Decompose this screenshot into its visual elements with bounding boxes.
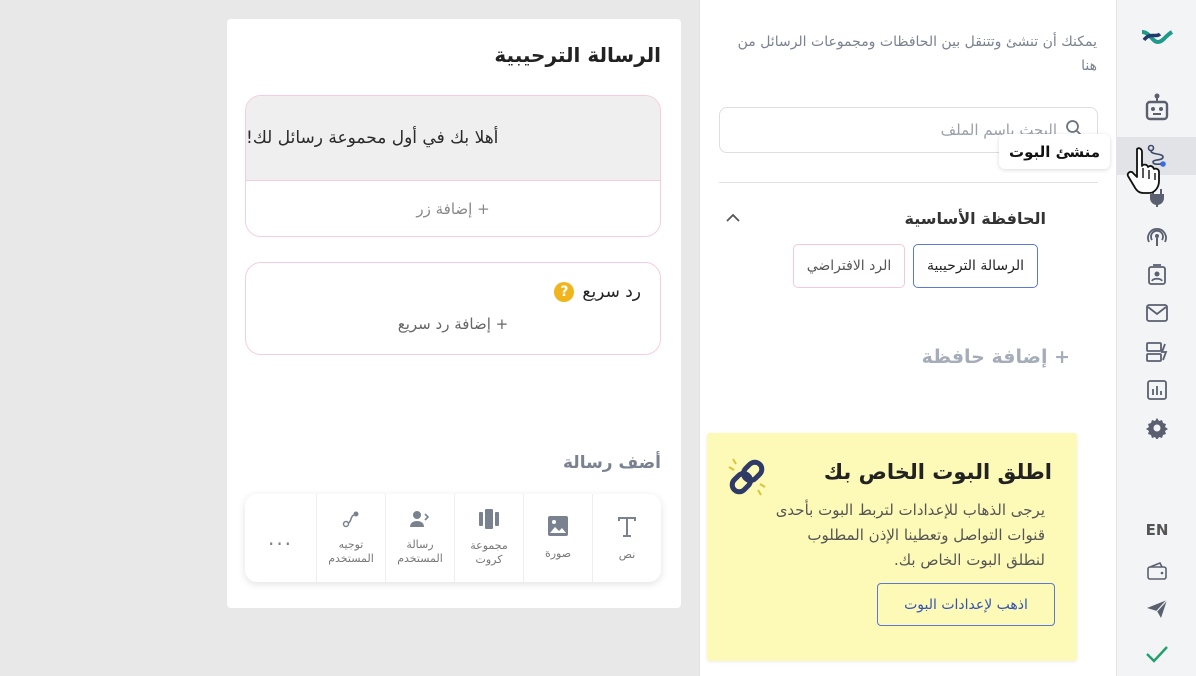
quick-reply-label-row: رد سريع ? [554, 282, 641, 302]
bot-settings-button[interactable]: اذهب لإعدادات البوت [877, 583, 1055, 626]
tool-route[interactable]: توجيه المستخدم [316, 494, 385, 582]
welcome-message-bubble[interactable]: أهلا بك في أول محموعة رسائل لك! + إضافة … [245, 95, 661, 237]
add-button-link[interactable]: + إضافة زر [246, 181, 660, 236]
language-toggle[interactable]: EN [1117, 511, 1196, 549]
folders-sidebar: يمكنك أن تنشئ وتتنقل بين الحافظات ومجموع… [699, 0, 1116, 676]
hand-cursor-icon [1126, 146, 1162, 200]
gear-icon[interactable] [1117, 409, 1196, 447]
add-quick-reply-link[interactable]: + إضافة رد سريع [246, 315, 660, 333]
tool-text[interactable]: نص [592, 494, 661, 582]
broadcast-icon[interactable] [1117, 218, 1196, 256]
image-icon [547, 515, 569, 541]
icon-rail: EN [1116, 0, 1196, 676]
text-icon [616, 514, 638, 542]
tool-user-message[interactable]: رسالة المستخدم [385, 494, 454, 582]
cards-icon [478, 509, 500, 533]
add-message-title: أضف رسالة [563, 453, 661, 473]
robot-icon[interactable] [1117, 88, 1196, 126]
user-message-icon [410, 510, 430, 532]
mail-icon[interactable] [1117, 294, 1196, 332]
launch-title: اطلق البوت الخاص بك [823, 460, 1052, 484]
tool-label: رسالة المستخدم [397, 538, 443, 565]
divider [719, 182, 1098, 183]
logo-icon[interactable] [1117, 18, 1196, 56]
tool-label: صورة [544, 547, 572, 560]
message-text[interactable]: أهلا بك في أول محموعة رسائل لك! [246, 96, 660, 181]
tool-label: نص [618, 548, 636, 561]
analytics-icon[interactable] [1117, 371, 1196, 409]
ads-icon[interactable] [1117, 333, 1196, 371]
quick-reply-label: رد سريع [582, 282, 641, 302]
chevron-up-icon[interactable] [725, 209, 741, 228]
launch-bot-card: اطلق البوت الخاص بك يرجى الذهاب للإعدادا… [707, 433, 1077, 661]
contacts-icon[interactable] [1117, 256, 1196, 294]
folder-title: الحافظة الأساسية [904, 208, 1046, 228]
message-type-toolbar: نص صورة مجموعة كروت رسالة المستخدم توجيه… [245, 494, 661, 582]
tool-label: مجموعة كروت [470, 539, 508, 566]
add-folder-button[interactable]: + إضافة حافظة [922, 346, 1070, 368]
message-editor-card: الرسالة الترحيبية أهلا بك في أول محموعة … [227, 19, 681, 608]
send-icon[interactable] [1117, 590, 1196, 628]
chip-welcome-message[interactable]: الرسالة الترحيبية [913, 244, 1038, 288]
folder-header[interactable]: الحافظة الأساسية [719, 203, 1098, 233]
route-icon [342, 510, 360, 532]
help-icon[interactable]: ? [554, 282, 575, 302]
wallet-icon[interactable] [1117, 552, 1196, 590]
bot-builder-tooltip: منشئ البوت [999, 134, 1111, 169]
quick-reply-bubble: رد سريع ? + إضافة رد سريع [245, 262, 661, 355]
tool-cards[interactable]: مجموعة كروت [454, 494, 523, 582]
tool-more[interactable]: ... [245, 494, 316, 582]
check-icon[interactable] [1117, 635, 1196, 673]
link-icon [723, 453, 771, 505]
editor-title: الرسالة الترحيبية [494, 43, 661, 67]
sidebar-description: يمكنك أن تنشئ وتتنقل بين الحافظات ومجموع… [737, 34, 1097, 74]
tool-image[interactable]: صورة [523, 494, 592, 582]
more-icon: ... [267, 526, 294, 550]
chip-default-reply[interactable]: الرد الافتراضي [793, 244, 905, 288]
launch-body: يرجى الذهاب للإعدادات لتربط البوت بأحدى … [775, 501, 1045, 569]
tool-label: توجيه المستخدم [328, 538, 374, 565]
